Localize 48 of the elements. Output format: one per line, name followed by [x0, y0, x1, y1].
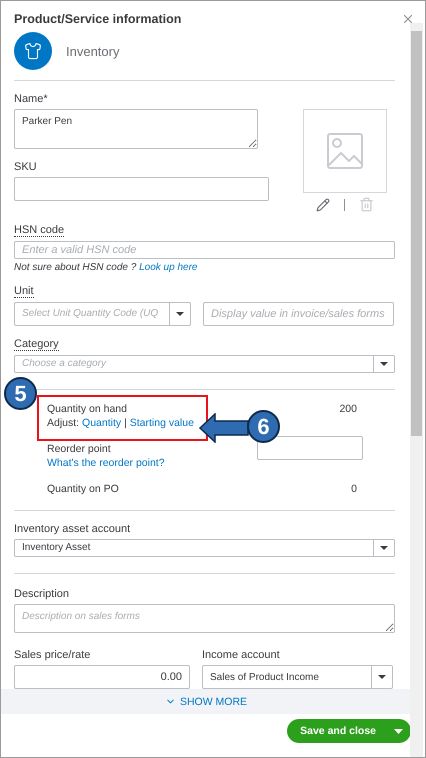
dialog-title: Product/Service information: [14, 12, 182, 26]
quantity-value: 0: [351, 482, 357, 496]
caret-icon: [394, 728, 403, 734]
show-more-button[interactable]: SHOW MORE: [1, 689, 411, 714]
caret-icon: [380, 362, 388, 366]
field-label: SKU: [14, 161, 37, 173]
quantity-on-po-label: Quantity on PO: [47, 482, 119, 496]
caret-icon: [176, 312, 184, 316]
item-type-icon[interactable]: [14, 32, 52, 70]
save-and-close-button[interactable]: Save and close: [287, 719, 411, 743]
caret-icon: [380, 546, 388, 550]
caret-icon: [378, 675, 386, 680]
quantity-on-hand-label: Quantity on hand: [47, 402, 128, 416]
display-value-field[interactable]: Display value in invoice/sales forms: [203, 302, 394, 326]
reorder-point-label: Reorder point: [47, 442, 112, 456]
close-icon[interactable]: [401, 12, 415, 26]
description-field[interactable]: Description on sales forms: [14, 604, 395, 634]
field-label: Inventory asset account: [14, 522, 130, 535]
sales-price-field[interactable]: 0.00: [14, 665, 190, 689]
field-label: Sales price/rate: [14, 649, 90, 662]
asset-account-select[interactable]: Inventory Asset: [14, 538, 395, 557]
name-field[interactable]: Parker Pen: [14, 109, 258, 149]
pencil-icon[interactable]: [316, 198, 330, 212]
quantity-value: 200: [339, 402, 357, 416]
look-up-link[interactable]: Look up here: [139, 262, 198, 273]
arrow-icon: [199, 413, 249, 443]
adjust-link[interactable]: Quantity: [82, 416, 122, 429]
adjust-label: Adjust:: [47, 416, 80, 429]
item-type-label: Inventory: [66, 44, 120, 58]
callout-badge: 5: [4, 377, 37, 410]
field-label: Description: [14, 588, 70, 600]
image-placeholder[interactable]: [303, 109, 387, 193]
adjust-link[interactable]: Starting value: [130, 416, 194, 429]
sku-field[interactable]: [14, 177, 269, 201]
trash-icon[interactable]: [359, 197, 374, 212]
hsn-field[interactable]: Enter a valid HSN code: [14, 241, 395, 259]
separator: |: [123, 416, 128, 429]
field-label: Unit: [14, 284, 34, 298]
field-label: Name*: [14, 93, 48, 105]
reorder-help-link[interactable]: What's the reorder point?: [47, 456, 165, 469]
image-icon: [327, 133, 363, 169]
reorder-point-field[interactable]: [257, 436, 363, 460]
field-label: Income account: [202, 649, 280, 662]
callout-badge: 6: [247, 410, 280, 443]
hsn-hint: Not sure about HSN code ? Look up here: [14, 262, 198, 273]
field-label: Category: [14, 338, 59, 351]
field-label: HSN code: [14, 224, 64, 237]
scrollbar-thumb[interactable]: [411, 31, 422, 436]
